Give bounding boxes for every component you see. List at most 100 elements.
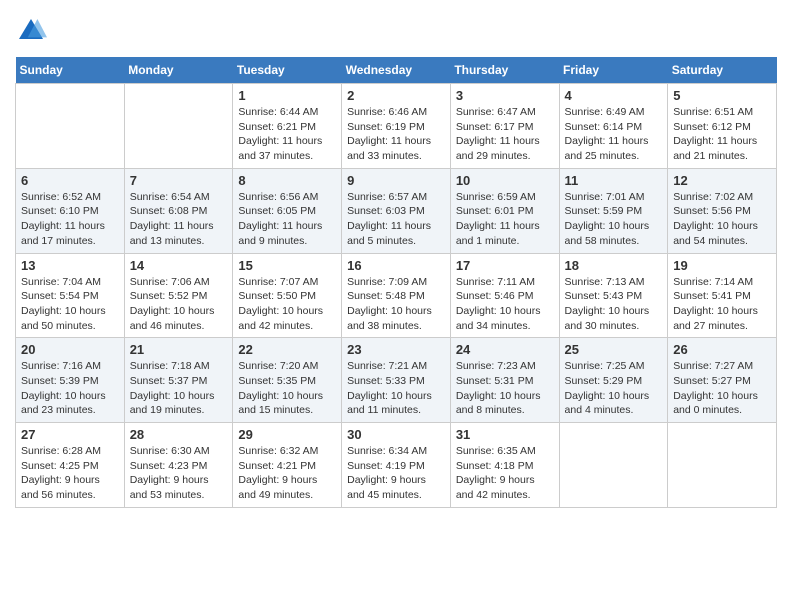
calendar-cell: 17 Sunrise: 7:11 AM Sunset: 5:46 PM Dayli… (450, 253, 559, 338)
calendar-cell: 1 Sunrise: 6:44 AM Sunset: 6:21 PM Daylig… (233, 84, 342, 169)
day-number: 6 (21, 173, 119, 188)
calendar-cell: 2 Sunrise: 6:46 AM Sunset: 6:19 PM Daylig… (342, 84, 451, 169)
calendar-cell: 8 Sunrise: 6:56 AM Sunset: 6:05 PM Daylig… (233, 168, 342, 253)
day-number: 29 (238, 427, 336, 442)
day-info: Sunrise: 7:20 AM Sunset: 5:35 PM Dayligh… (238, 359, 336, 418)
calendar-week-row: 27 Sunrise: 6:28 AM Sunset: 4:25 PM Dayli… (16, 423, 777, 508)
day-number: 23 (347, 342, 445, 357)
day-number: 26 (673, 342, 771, 357)
day-number: 8 (238, 173, 336, 188)
day-number: 4 (565, 88, 663, 103)
day-number: 11 (565, 173, 663, 188)
day-info: Sunrise: 7:23 AM Sunset: 5:31 PM Dayligh… (456, 359, 554, 418)
day-number: 18 (565, 258, 663, 273)
weekday-header: Tuesday (233, 57, 342, 84)
calendar-cell: 12 Sunrise: 7:02 AM Sunset: 5:56 PM Dayli… (668, 168, 777, 253)
calendar-cell: 30 Sunrise: 6:34 AM Sunset: 4:19 PM Dayli… (342, 423, 451, 508)
day-info: Sunrise: 6:30 AM Sunset: 4:23 PM Dayligh… (130, 444, 228, 503)
weekday-header: Thursday (450, 57, 559, 84)
calendar-week-row: 6Sunrise: 6:52 AM Sunset: 6:10 PM Daylig… (16, 168, 777, 253)
day-number: 20 (21, 342, 119, 357)
page-header (15, 15, 777, 47)
day-info: Sunrise: 7:09 AM Sunset: 5:48 PM Dayligh… (347, 275, 445, 334)
day-info: Sunrise: 6:54 AM Sunset: 6:08 PM Dayligh… (130, 190, 228, 249)
day-number: 12 (673, 173, 771, 188)
day-number: 2 (347, 88, 445, 103)
day-info: Sunrise: 7:13 AM Sunset: 5:43 PM Dayligh… (565, 275, 663, 334)
calendar-cell: 18 Sunrise: 7:13 AM Sunset: 5:43 PM Dayli… (559, 253, 668, 338)
calendar-cell: 4 Sunrise: 6:49 AM Sunset: 6:14 PM Daylig… (559, 84, 668, 169)
calendar-week-row: 1 Sunrise: 6:44 AM Sunset: 6:21 PM Daylig… (16, 84, 777, 169)
calendar-cell: 31 Sunrise: 6:35 AM Sunset: 4:18 PM Dayli… (450, 423, 559, 508)
calendar-cell: 9Sunrise: 6:57 AM Sunset: 6:03 PM Daylig… (342, 168, 451, 253)
weekday-header: Monday (124, 57, 233, 84)
day-info: Sunrise: 7:04 AM Sunset: 5:54 PM Dayligh… (21, 275, 119, 334)
calendar-cell: 7 Sunrise: 6:54 AM Sunset: 6:08 PM Daylig… (124, 168, 233, 253)
day-number: 7 (130, 173, 228, 188)
day-info: Sunrise: 7:16 AM Sunset: 5:39 PM Dayligh… (21, 359, 119, 418)
day-info: Sunrise: 7:11 AM Sunset: 5:46 PM Dayligh… (456, 275, 554, 334)
weekday-header: Sunday (16, 57, 125, 84)
logo-icon (15, 15, 47, 47)
calendar-cell: 5 Sunrise: 6:51 AM Sunset: 6:12 PM Daylig… (668, 84, 777, 169)
day-number: 3 (456, 88, 554, 103)
calendar-cell: 24 Sunrise: 7:23 AM Sunset: 5:31 PM Dayli… (450, 338, 559, 423)
weekday-header: Friday (559, 57, 668, 84)
day-number: 21 (130, 342, 228, 357)
day-info: Sunrise: 7:02 AM Sunset: 5:56 PM Dayligh… (673, 190, 771, 249)
day-info: Sunrise: 6:32 AM Sunset: 4:21 PM Dayligh… (238, 444, 336, 503)
day-number: 17 (456, 258, 554, 273)
day-info: Sunrise: 7:18 AM Sunset: 5:37 PM Dayligh… (130, 359, 228, 418)
day-info: Sunrise: 7:21 AM Sunset: 5:33 PM Dayligh… (347, 359, 445, 418)
calendar-cell: 28Sunrise: 6:30 AM Sunset: 4:23 PM Dayli… (124, 423, 233, 508)
day-info: Sunrise: 6:49 AM Sunset: 6:14 PM Dayligh… (565, 105, 663, 164)
day-info: Sunrise: 7:27 AM Sunset: 5:27 PM Dayligh… (673, 359, 771, 418)
day-info: Sunrise: 6:34 AM Sunset: 4:19 PM Dayligh… (347, 444, 445, 503)
calendar-cell (668, 423, 777, 508)
calendar-cell: 14Sunrise: 7:06 AM Sunset: 5:52 PM Dayli… (124, 253, 233, 338)
calendar-cell (16, 84, 125, 169)
day-number: 24 (456, 342, 554, 357)
day-number: 16 (347, 258, 445, 273)
day-info: Sunrise: 7:07 AM Sunset: 5:50 PM Dayligh… (238, 275, 336, 334)
calendar-cell: 27 Sunrise: 6:28 AM Sunset: 4:25 PM Dayli… (16, 423, 125, 508)
day-info: Sunrise: 7:01 AM Sunset: 5:59 PM Dayligh… (565, 190, 663, 249)
weekday-header: Wednesday (342, 57, 451, 84)
day-number: 10 (456, 173, 554, 188)
calendar-cell (124, 84, 233, 169)
day-number: 15 (238, 258, 336, 273)
calendar-week-row: 13Sunrise: 7:04 AM Sunset: 5:54 PM Dayli… (16, 253, 777, 338)
day-info: Sunrise: 6:59 AM Sunset: 6:01 PM Dayligh… (456, 190, 554, 249)
calendar-header: SundayMondayTuesdayWednesdayThursdayFrid… (16, 57, 777, 84)
calendar-cell: 22 Sunrise: 7:20 AM Sunset: 5:35 PM Dayli… (233, 338, 342, 423)
calendar-cell: 11 Sunrise: 7:01 AM Sunset: 5:59 PM Dayli… (559, 168, 668, 253)
day-number: 9 (347, 173, 445, 188)
day-number: 22 (238, 342, 336, 357)
calendar-cell: 13Sunrise: 7:04 AM Sunset: 5:54 PM Dayli… (16, 253, 125, 338)
calendar-body: 1 Sunrise: 6:44 AM Sunset: 6:21 PM Daylig… (16, 84, 777, 508)
calendar-cell: 19Sunrise: 7:14 AM Sunset: 5:41 PM Dayli… (668, 253, 777, 338)
calendar-cell: 26 Sunrise: 7:27 AM Sunset: 5:27 PM Dayli… (668, 338, 777, 423)
day-info: Sunrise: 6:28 AM Sunset: 4:25 PM Dayligh… (21, 444, 119, 503)
calendar-table: SundayMondayTuesdayWednesdayThursdayFrid… (15, 57, 777, 508)
calendar-cell: 16 Sunrise: 7:09 AM Sunset: 5:48 PM Dayli… (342, 253, 451, 338)
day-number: 27 (21, 427, 119, 442)
calendar-cell: 20 Sunrise: 7:16 AM Sunset: 5:39 PM Dayli… (16, 338, 125, 423)
day-number: 14 (130, 258, 228, 273)
calendar-cell (559, 423, 668, 508)
day-info: Sunrise: 6:46 AM Sunset: 6:19 PM Dayligh… (347, 105, 445, 164)
calendar-cell: 25Sunrise: 7:25 AM Sunset: 5:29 PM Dayli… (559, 338, 668, 423)
day-number: 31 (456, 427, 554, 442)
day-info: Sunrise: 6:44 AM Sunset: 6:21 PM Dayligh… (238, 105, 336, 164)
day-info: Sunrise: 6:56 AM Sunset: 6:05 PM Dayligh… (238, 190, 336, 249)
day-number: 30 (347, 427, 445, 442)
calendar-cell: 23 Sunrise: 7:21 AM Sunset: 5:33 PM Dayli… (342, 338, 451, 423)
day-number: 5 (673, 88, 771, 103)
day-info: Sunrise: 6:35 AM Sunset: 4:18 PM Dayligh… (456, 444, 554, 503)
calendar-cell: 6Sunrise: 6:52 AM Sunset: 6:10 PM Daylig… (16, 168, 125, 253)
day-number: 1 (238, 88, 336, 103)
weekday-header: Saturday (668, 57, 777, 84)
calendar-week-row: 20 Sunrise: 7:16 AM Sunset: 5:39 PM Dayli… (16, 338, 777, 423)
day-info: Sunrise: 6:51 AM Sunset: 6:12 PM Dayligh… (673, 105, 771, 164)
calendar-cell: 21 Sunrise: 7:18 AM Sunset: 5:37 PM Dayli… (124, 338, 233, 423)
